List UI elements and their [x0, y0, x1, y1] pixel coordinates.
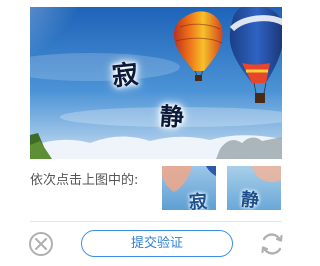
- captcha-image[interactable]: 寂 静: [30, 7, 282, 159]
- close-icon: [35, 238, 47, 250]
- submit-verification-button[interactable]: 提交验证: [81, 230, 233, 257]
- thumb-char-2: 静: [239, 189, 260, 210]
- divider: [30, 221, 282, 222]
- target-char-thumb-2: 静: [227, 166, 281, 210]
- target-char-thumb-1: 寂: [162, 166, 216, 210]
- captcha-dialog: 寂 静 依次点击上图中的: 寂 静 提交验证: [0, 0, 313, 266]
- refresh-button[interactable]: [259, 231, 285, 257]
- thumb-char-1: 寂: [188, 191, 208, 210]
- refresh-icon: [261, 233, 283, 255]
- close-button[interactable]: [29, 232, 53, 256]
- balloon-scene: [30, 7, 282, 159]
- instruction-text: 依次点击上图中的:: [30, 173, 139, 188]
